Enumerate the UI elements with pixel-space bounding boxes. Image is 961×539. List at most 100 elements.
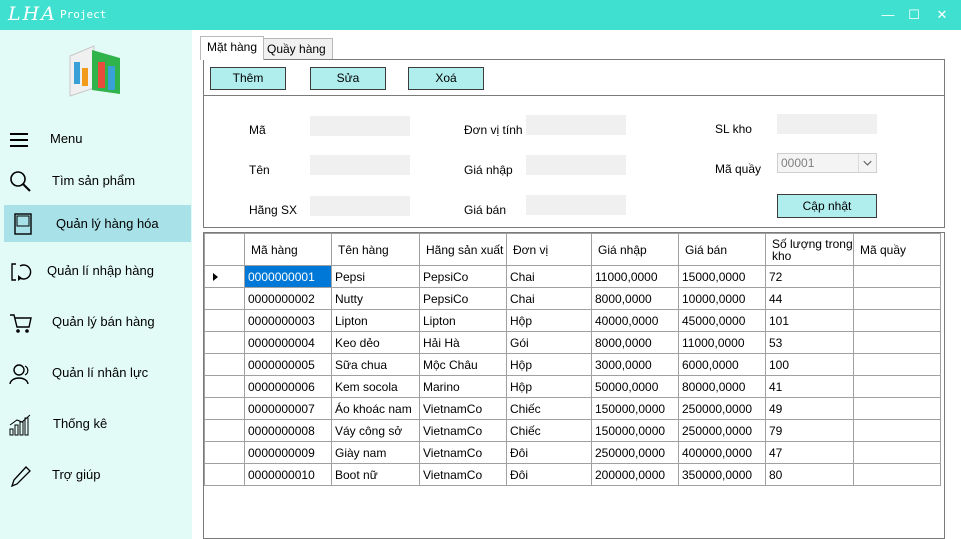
sidebar-item-sales[interactable]: Quản lý bán hàng bbox=[0, 303, 192, 341]
sidebar-item-goods[interactable]: Quản lý hàng hóa bbox=[0, 205, 192, 243]
table-cell[interactable]: 0000000007 bbox=[244, 397, 332, 420]
table-cell[interactable]: VietnamCo bbox=[419, 463, 507, 486]
table-cell[interactable] bbox=[853, 397, 941, 420]
table-cell[interactable]: 0000000006 bbox=[244, 375, 332, 398]
column-header[interactable]: Hãng sản xuất bbox=[419, 233, 507, 266]
table-cell[interactable]: 150000,0000 bbox=[591, 419, 679, 442]
delete-button[interactable]: Xoá bbox=[408, 67, 484, 90]
row-header[interactable] bbox=[204, 309, 245, 332]
update-button[interactable]: Cập nhật bbox=[777, 194, 877, 218]
row-header[interactable] bbox=[204, 375, 245, 398]
hang-sx-input[interactable] bbox=[310, 196, 410, 216]
sl-kho-input[interactable] bbox=[777, 114, 877, 134]
table-row[interactable]: 0000000004 Keo dẻo Hải Hà Gói 8000,0000 11000… bbox=[204, 331, 941, 354]
table-cell[interactable]: 80 bbox=[765, 463, 854, 486]
column-header[interactable]: Giá nhập bbox=[591, 233, 679, 266]
table-row[interactable]: 0000000002 Nutty PepsiCo Chai 8000,0000 10000… bbox=[204, 287, 941, 310]
ma-input[interactable] bbox=[310, 116, 410, 136]
table-cell[interactable]: 47 bbox=[765, 441, 854, 464]
table-cell[interactable]: VietnamCo bbox=[419, 397, 507, 420]
table-cell[interactable]: Kem socola bbox=[331, 375, 420, 398]
table-cell[interactable] bbox=[853, 375, 941, 398]
table-cell[interactable]: 3000,0000 bbox=[591, 353, 679, 376]
sidebar-item-staff[interactable]: Quản lí nhân lực bbox=[0, 354, 192, 392]
table-cell[interactable]: 49 bbox=[765, 397, 854, 420]
table-cell[interactable]: 0000000003 bbox=[244, 309, 332, 332]
table-cell[interactable] bbox=[853, 265, 941, 288]
column-header[interactable]: Mã hàng bbox=[244, 233, 332, 266]
table-cell[interactable]: Nutty bbox=[331, 287, 420, 310]
column-header[interactable]: Giá bán bbox=[678, 233, 766, 266]
gia-ban-input[interactable] bbox=[526, 195, 626, 215]
row-header[interactable] bbox=[204, 441, 245, 464]
table-cell[interactable]: Mộc Châu bbox=[419, 353, 507, 376]
add-button[interactable]: Thêm bbox=[210, 67, 286, 90]
table-cell[interactable] bbox=[853, 463, 941, 486]
table-cell[interactable]: 200000,0000 bbox=[591, 463, 679, 486]
table-cell[interactable]: Váy công sở bbox=[331, 419, 420, 442]
table-cell[interactable]: 0000000005 bbox=[244, 353, 332, 376]
table-cell[interactable]: 250000,0000 bbox=[678, 419, 766, 442]
don-vi-input[interactable] bbox=[526, 115, 626, 135]
table-cell[interactable]: Keo dẻo bbox=[331, 331, 420, 354]
row-header[interactable] bbox=[204, 353, 245, 376]
sidebar-item-stats[interactable]: Thống kê bbox=[0, 405, 192, 443]
maximize-button[interactable]: ☐ bbox=[906, 7, 922, 23]
table-cell[interactable]: 100 bbox=[765, 353, 854, 376]
table-cell[interactable]: 0000000004 bbox=[244, 331, 332, 354]
table-cell[interactable]: 50000,0000 bbox=[591, 375, 679, 398]
table-cell[interactable] bbox=[853, 309, 941, 332]
table-cell[interactable]: 11000,0000 bbox=[678, 331, 766, 354]
column-header[interactable]: Số lượng trong kho bbox=[765, 233, 854, 266]
table-cell[interactable]: 250000,0000 bbox=[591, 441, 679, 464]
ten-input[interactable] bbox=[310, 155, 410, 175]
table-cell[interactable] bbox=[853, 419, 941, 442]
table-row[interactable]: 0000000007 Áo khoác nam VietnamCo Chiếc 1500… bbox=[204, 397, 941, 420]
table-cell[interactable]: 8000,0000 bbox=[591, 331, 679, 354]
table-cell[interactable]: 44 bbox=[765, 287, 854, 310]
minimize-button[interactable]: — bbox=[880, 7, 896, 23]
table-cell[interactable] bbox=[853, 353, 941, 376]
table-cell[interactable]: Chai bbox=[506, 287, 592, 310]
table-cell[interactable]: Đôi bbox=[506, 441, 592, 464]
table-cell[interactable]: PepsiCo bbox=[419, 287, 507, 310]
table-cell[interactable]: Giày nam bbox=[331, 441, 420, 464]
table-cell[interactable]: 79 bbox=[765, 419, 854, 442]
table-cell[interactable]: Chai bbox=[506, 265, 592, 288]
table-cell[interactable]: Áo khoác nam bbox=[331, 397, 420, 420]
table-cell[interactable]: 0000000001 bbox=[244, 265, 332, 288]
table-cell[interactable]: 101 bbox=[765, 309, 854, 332]
row-header[interactable] bbox=[204, 397, 245, 420]
table-cell[interactable]: 350000,0000 bbox=[678, 463, 766, 486]
table-cell[interactable]: Chiếc bbox=[506, 397, 592, 420]
close-button[interactable]: ✕ bbox=[934, 7, 950, 23]
table-cell[interactable] bbox=[853, 441, 941, 464]
row-header[interactable] bbox=[204, 287, 245, 310]
table-cell[interactable]: Đôi bbox=[506, 463, 592, 486]
table-cell[interactable]: Lipton bbox=[331, 309, 420, 332]
table-row[interactable]: 0000000008 Váy công sở VietnamCo Chiếc 15000… bbox=[204, 419, 941, 442]
table-cell[interactable]: 0000000002 bbox=[244, 287, 332, 310]
table-row[interactable]: 0000000009 Giày nam VietnamCo Đôi 250000,000… bbox=[204, 441, 941, 464]
table-cell[interactable]: Boot nữ bbox=[331, 463, 420, 486]
row-header[interactable] bbox=[204, 463, 245, 486]
table-cell[interactable]: 0000000008 bbox=[244, 419, 332, 442]
table-cell[interactable]: Chiếc bbox=[506, 419, 592, 442]
edit-button[interactable]: Sửa bbox=[310, 67, 386, 90]
table-row[interactable]: 0000000005 Sữa chua Mộc Châu Hộp 3000,0000 60… bbox=[204, 353, 941, 376]
table-cell[interactable]: PepsiCo bbox=[419, 265, 507, 288]
table-cell[interactable]: 15000,0000 bbox=[678, 265, 766, 288]
table-cell[interactable]: 8000,0000 bbox=[591, 287, 679, 310]
table-cell[interactable]: 0000000010 bbox=[244, 463, 332, 486]
sidebar-item-help[interactable]: Trợ giúp bbox=[0, 456, 192, 494]
table-row[interactable]: 0000000006 Kem socola Marino Hộp 50000,0000 8… bbox=[204, 375, 941, 398]
sidebar-item-search[interactable]: Tìm sản phẩm bbox=[0, 162, 192, 200]
column-header[interactable]: Đơn vị bbox=[506, 233, 592, 266]
table-cell[interactable]: Hộp bbox=[506, 375, 592, 398]
table-cell[interactable]: 6000,0000 bbox=[678, 353, 766, 376]
table-cell[interactable] bbox=[853, 287, 941, 310]
table-cell[interactable]: 45000,0000 bbox=[678, 309, 766, 332]
table-row[interactable]: 0000000010 Boot nữ VietnamCo Đôi 200000,0000… bbox=[204, 463, 941, 486]
row-header[interactable] bbox=[204, 419, 245, 442]
row-header[interactable] bbox=[204, 331, 245, 354]
